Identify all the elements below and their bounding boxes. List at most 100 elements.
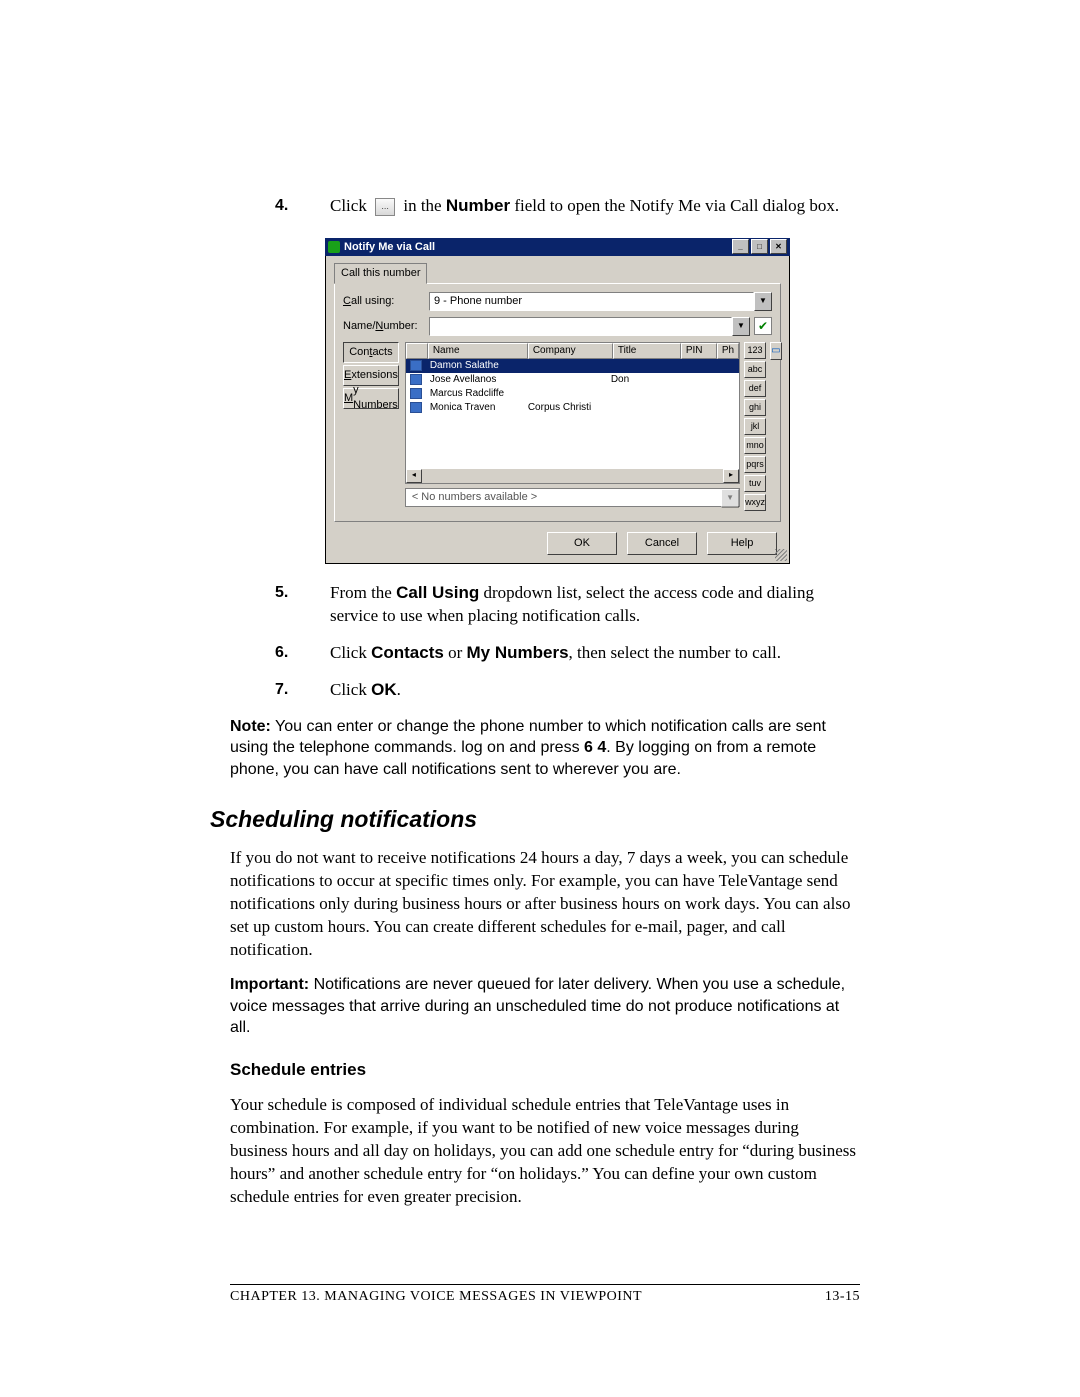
text: OK <box>371 680 397 699</box>
call-using-dropdown[interactable]: 9 - Phone number <box>429 292 754 311</box>
cancel-button[interactable]: Cancel <box>627 532 697 555</box>
col-ph[interactable]: Ph <box>717 343 739 359</box>
col-company[interactable]: Company <box>528 343 613 359</box>
keypad-key[interactable]: abc <box>744 361 766 378</box>
section-heading: Scheduling notifications <box>210 804 860 835</box>
text: Contacts <box>371 643 444 662</box>
cell: Corpus Christi <box>524 401 607 415</box>
dropdown-value: 9 - Phone number <box>434 294 522 309</box>
contact-icon <box>410 374 422 385</box>
page-footer: CHAPTER 13. MANAGING VOICE MESSAGES IN V… <box>230 1288 860 1307</box>
col-pin[interactable]: PIN <box>681 343 717 359</box>
tab-panel: CCall using:all using: 9 - Phone number … <box>334 283 781 522</box>
title-text: Notify Me via Call <box>344 240 435 255</box>
chevron-down-icon[interactable]: ▼ <box>754 292 772 311</box>
contacts-grid[interactable]: Name Company Title PIN Ph Damon Salathe <box>405 342 740 484</box>
text: Click <box>330 643 367 662</box>
text: 6 4 <box>584 739 606 756</box>
table-row[interactable]: Monica Traven Corpus Christi <box>406 401 739 415</box>
keypad-key[interactable]: 123 <box>744 342 766 359</box>
step-text: Click ... in the Number field to open th… <box>330 195 860 218</box>
text: From the <box>330 583 392 602</box>
cell: Marcus Radcliffe <box>426 387 524 401</box>
text: Number <box>446 196 510 215</box>
chevron-down-icon[interactable]: ▼ <box>732 317 750 336</box>
app-icon <box>328 241 340 253</box>
browse-button-icon: ... <box>375 198 395 216</box>
step-number: 4. <box>230 195 330 218</box>
keypad-key[interactable]: jkl <box>744 418 766 435</box>
footer-rule <box>230 1284 860 1285</box>
text: My Numbers <box>467 643 569 662</box>
text: Notifications are never queued for later… <box>230 976 845 1036</box>
titlebar: Notify Me via Call _ □ ✕ <box>325 238 790 256</box>
check-icon[interactable]: ✔ <box>754 317 772 335</box>
table-row[interactable]: Damon Salathe <box>406 359 739 373</box>
body-text: Your schedule is composed of individual … <box>230 1094 860 1209</box>
text: in the <box>403 196 441 215</box>
keypad: 123 abc def ghi jkl mno pqrs tuv wxyz <box>744 342 766 513</box>
body-text: If you do not want to receive notificati… <box>230 847 860 962</box>
label-name-number: Name/Number:Name/Number: <box>343 319 429 334</box>
keypad-key[interactable]: pqrs <box>744 456 766 473</box>
ok-button[interactable]: OK <box>547 532 617 555</box>
text: , then select the number to call. <box>569 643 781 662</box>
keypad-key[interactable]: def <box>744 380 766 397</box>
keypad-key[interactable]: ghi <box>744 399 766 416</box>
text: Click <box>330 680 367 699</box>
cell: Jose Avellanos <box>426 373 524 387</box>
step-number: 5. <box>230 582 330 628</box>
text: Click <box>330 196 367 215</box>
notify-me-dialog: Notify Me via Call _ □ ✕ Call this numbe… <box>325 238 790 564</box>
keypad-key[interactable]: tuv <box>744 475 766 492</box>
cell: Damon Salathe <box>426 359 524 373</box>
dropdown-value: < No numbers available > <box>406 490 543 505</box>
tab-contacts[interactable]: ContactsContacts <box>343 342 399 363</box>
help-button[interactable]: Help <box>707 532 777 555</box>
number-dropdown[interactable]: < No numbers available > ▼ <box>405 488 740 507</box>
sub-heading: Schedule entries <box>230 1059 860 1082</box>
resize-grip-icon[interactable] <box>775 549 787 561</box>
footer-left: CHAPTER 13. MANAGING VOICE MESSAGES IN V… <box>230 1288 642 1307</box>
contact-icon <box>410 388 422 399</box>
step-text: From the Call Using dropdown list, selec… <box>330 582 860 628</box>
cell: Don <box>607 373 673 387</box>
important-label: Important: <box>230 976 309 993</box>
contact-icon <box>410 360 422 371</box>
step-4: 4. Click ... in the Number field to open… <box>230 195 860 218</box>
step-7: 7. Click OK. <box>230 679 860 702</box>
important-block: Important: Notifications are never queue… <box>230 974 860 1039</box>
close-button[interactable]: ✕ <box>770 239 787 254</box>
label-call-using: CCall using:all using: <box>343 294 429 309</box>
keypad-key[interactable]: wxyz <box>744 494 766 511</box>
text: . <box>397 680 401 699</box>
keypad-key[interactable]: mno <box>744 437 766 454</box>
col-title[interactable]: Title <box>613 343 681 359</box>
step-text: Click OK. <box>330 679 860 702</box>
name-number-input[interactable] <box>429 317 732 336</box>
contact-icon <box>410 402 422 413</box>
text: Call Using <box>396 583 479 602</box>
minimize-button[interactable]: _ <box>732 239 749 254</box>
step-number: 6. <box>230 642 330 665</box>
text: or <box>448 643 462 662</box>
step-5: 5. From the Call Using dropdown list, se… <box>230 582 860 628</box>
chevron-down-icon[interactable]: ▼ <box>721 489 739 508</box>
note-block: Note: You can enter or change the phone … <box>230 716 860 781</box>
scroll-left-icon[interactable]: ◂ <box>406 469 422 483</box>
cell: Monica Traven <box>426 401 524 415</box>
step-number: 7. <box>230 679 330 702</box>
tab-call-this-number[interactable]: Call this number <box>334 263 427 284</box>
step-6: 6. Click Contacts or My Numbers, then se… <box>230 642 860 665</box>
step-text: Click Contacts or My Numbers, then selec… <box>330 642 860 665</box>
scroll-right-icon[interactable]: ▸ <box>723 469 739 483</box>
note-label: Note: <box>230 718 271 735</box>
text: field to open the Notify Me via Call dia… <box>514 196 839 215</box>
maximize-button[interactable]: □ <box>751 239 768 254</box>
grid-header: Name Company Title PIN Ph <box>406 343 739 359</box>
table-row[interactable]: Marcus Radcliffe <box>406 387 739 401</box>
table-row[interactable]: Jose Avellanos Don <box>406 373 739 387</box>
col-name[interactable]: Name <box>428 343 528 359</box>
tab-my-numbers[interactable]: My NumbersMy Numbers <box>343 388 399 409</box>
card-icon[interactable]: ▭ <box>770 342 781 360</box>
